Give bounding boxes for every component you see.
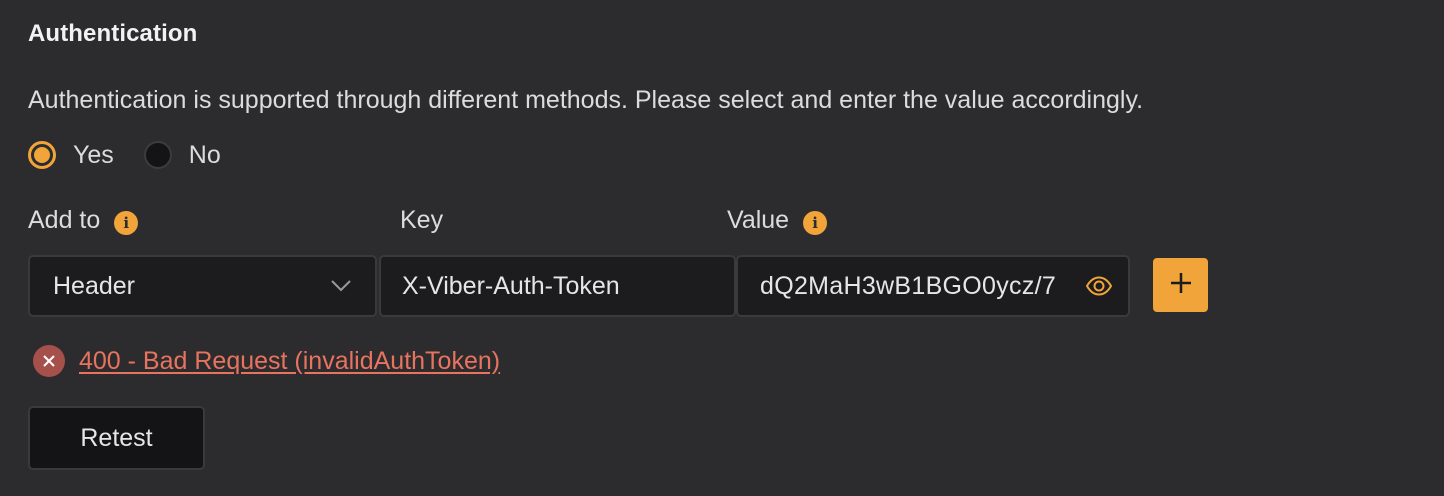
add-to-selected-value: Header [53, 271, 135, 300]
radio-no[interactable]: No [143, 140, 221, 170]
value-label-group: Value i [727, 206, 828, 235]
retest-button[interactable]: Retest [28, 406, 205, 470]
radio-yes-label: Yes [73, 140, 114, 169]
add-to-label-group: Add to i [28, 206, 139, 235]
key-label-group: Key [400, 206, 443, 235]
radio-no-label: No [188, 140, 221, 169]
plus-icon [1169, 271, 1193, 300]
add-auth-button[interactable] [1153, 258, 1208, 312]
key-input[interactable]: X-Viber-Auth-Token [379, 255, 736, 317]
value-input-value: dQ2MaH3wB1BGO0ycz/7 [760, 271, 1057, 300]
section-title: Authentication [28, 20, 198, 47]
error-details-link[interactable]: 400 - Bad Request (invalidAuthToken) [79, 347, 500, 376]
add-to-label: Add to [28, 206, 101, 234]
value-label: Value [727, 206, 790, 234]
radio-selected-dot [34, 147, 50, 163]
error-status: 400 - Bad Request (invalidAuthToken) [33, 345, 500, 377]
radio-yes[interactable]: Yes [28, 141, 114, 170]
auth-radio-group: Yes No [28, 137, 251, 173]
chevron-down-icon[interactable] [327, 272, 355, 300]
key-label: Key [400, 206, 444, 234]
info-icon[interactable]: i [803, 210, 828, 235]
radio-no-indicator[interactable] [143, 141, 172, 169]
info-icon[interactable]: i [114, 210, 139, 235]
authentication-panel: Authentication Authentication is support… [0, 0, 1444, 496]
key-input-value: X-Viber-Auth-Token [402, 271, 620, 300]
radio-yes-indicator[interactable] [28, 141, 56, 169]
eye-icon[interactable] [1084, 275, 1114, 297]
add-to-select[interactable]: Header [28, 255, 377, 317]
close-icon [33, 345, 65, 377]
section-description: Authentication is supported through diff… [28, 86, 1144, 114]
value-input[interactable]: dQ2MaH3wB1BGO0ycz/7 [736, 255, 1130, 317]
